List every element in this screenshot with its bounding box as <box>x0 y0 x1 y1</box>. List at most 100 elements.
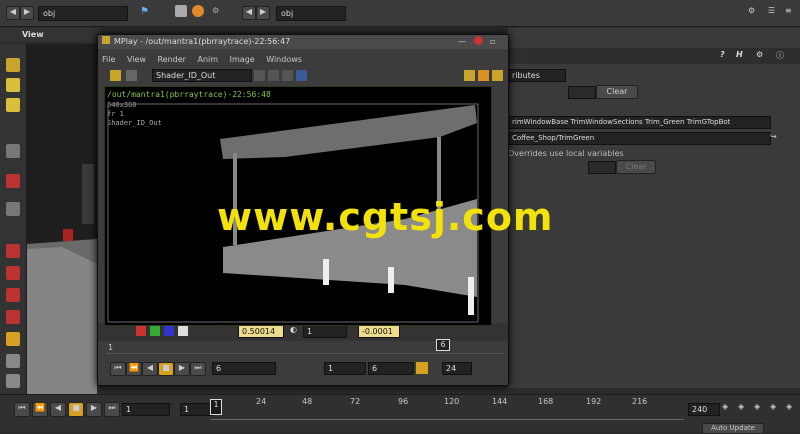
minimize-icon[interactable]: — <box>458 37 466 46</box>
menu-view[interactable]: View <box>127 55 146 64</box>
jump-icon[interactable]: ↪ <box>770 132 777 141</box>
stop-icon[interactable]: ■ <box>158 362 174 376</box>
grid-tool-icon[interactable] <box>6 332 20 346</box>
arrow-tool-icon[interactable] <box>6 144 20 158</box>
end-field[interactable]: 24 <box>442 362 472 375</box>
key-icon[interactable]: ◈ <box>722 402 728 411</box>
pin-icon[interactable]: ⚑ <box>140 6 149 17</box>
start-field[interactable]: 1 <box>324 362 366 375</box>
snap-tool-icon-2[interactable] <box>6 266 20 280</box>
play-back-icon[interactable]: ◀ <box>142 362 158 376</box>
menu-anim[interactable]: Anim <box>198 55 219 64</box>
view-tool-icon[interactable] <box>6 98 20 112</box>
play-icon[interactable]: ▶ <box>174 362 190 376</box>
tl-stop-icon[interactable]: ■ <box>68 402 84 417</box>
snap-tool-icon[interactable] <box>6 244 20 258</box>
gear-icon-2[interactable]: ⚙ <box>756 50 763 59</box>
tl-play-back-icon[interactable]: ◀ <box>50 402 66 417</box>
current-field[interactable]: 6 <box>368 362 414 375</box>
menu-file[interactable]: File <box>102 55 115 64</box>
back-arrow-icon-2[interactable]: ◀ <box>242 6 256 20</box>
sphere-icon[interactable] <box>192 5 204 17</box>
frame-marker[interactable]: 6 <box>436 339 450 351</box>
menu-windows[interactable]: Windows <box>266 55 302 64</box>
override-value-field[interactable] <box>588 161 616 174</box>
menu-image[interactable]: Image <box>230 55 255 64</box>
tl-tick-48: 48 <box>302 397 313 406</box>
green-channel-icon[interactable] <box>150 326 160 336</box>
frame-field[interactable]: 6 <box>212 362 276 375</box>
tl-prev-key-icon[interactable]: ⏪ <box>32 402 48 417</box>
tl-current-marker[interactable]: 1 <box>210 399 222 415</box>
path-field-right[interactable]: obj <box>276 6 346 21</box>
zoom-icon[interactable] <box>254 70 265 81</box>
cube-icon[interactable] <box>175 5 187 17</box>
maximize-icon[interactable]: ▫ <box>490 37 495 46</box>
display-icon[interactable] <box>126 70 137 81</box>
gamma-value: 0.50014 <box>242 327 276 336</box>
light-tool-icon[interactable] <box>6 374 20 388</box>
help-icon[interactable]: ? <box>720 50 725 59</box>
close-icon[interactable] <box>474 36 483 45</box>
tl-end-field[interactable]: 240 <box>688 403 720 416</box>
tl-play-icon[interactable]: ▶ <box>86 402 102 417</box>
last-frame-icon[interactable]: ⏭ <box>190 362 206 376</box>
tool-shelf <box>0 44 27 394</box>
settings-icon[interactable]: ⚙ <box>748 6 755 15</box>
zoom-out-icon[interactable] <box>268 70 279 81</box>
first-frame-icon[interactable]: ⏮ <box>110 362 126 376</box>
end-value: 24 <box>446 364 457 373</box>
info-icon[interactable]: ⓘ <box>776 50 784 61</box>
info-icon-mplay[interactable] <box>296 70 307 81</box>
exposure-field[interactable]: 1 <box>303 325 347 338</box>
handle-tool-icon[interactable] <box>6 78 20 92</box>
viewport-3d[interactable] <box>27 44 97 394</box>
tl-last-frame-icon[interactable]: ⏭ <box>104 402 120 417</box>
render-icon[interactable] <box>110 70 121 81</box>
snap-tool-icon-4[interactable] <box>6 310 20 324</box>
forward-arrow-icon-2[interactable]: ▶ <box>256 6 270 20</box>
key-icon-3[interactable]: ◈ <box>754 402 760 411</box>
channel-select[interactable]: Shader_ID_Out <box>152 69 252 82</box>
pose-tool-icon[interactable] <box>6 202 20 216</box>
alpha-channel-icon[interactable] <box>178 326 188 336</box>
key-icon-4[interactable]: ◈ <box>770 402 776 411</box>
auto-update-button[interactable]: Auto Update <box>702 423 764 434</box>
tl-ruler[interactable]: 1 24 48 72 96 120 144 168 192 216 <box>210 397 684 420</box>
blue-channel-icon[interactable] <box>164 326 174 336</box>
menu-icon[interactable]: ☰ <box>768 6 775 15</box>
grid-icon[interactable] <box>478 70 489 81</box>
mplay-ruler[interactable]: 1 6 <box>106 339 504 354</box>
offset-field[interactable]: -0.0001 <box>358 325 400 338</box>
red-channel-icon[interactable] <box>136 326 146 336</box>
menu-render[interactable]: Render <box>157 55 185 64</box>
path-field-left[interactable]: obj <box>38 6 128 21</box>
select-tool-icon[interactable] <box>6 58 20 72</box>
clear-button-2[interactable]: Clear <box>616 160 656 174</box>
magnet-tool-icon[interactable] <box>6 174 20 188</box>
gear-icon[interactable]: ⚙ <box>212 6 219 15</box>
tl-frame-step-field[interactable]: 1 <box>180 403 214 416</box>
camera-tool-icon[interactable] <box>6 354 20 368</box>
key-icon-2[interactable]: ◈ <box>738 402 744 411</box>
back-arrow-icon[interactable]: ◀ <box>6 6 20 20</box>
home-icon[interactable] <box>282 70 293 81</box>
forward-arrow-icon[interactable]: ▶ <box>20 6 34 20</box>
tl-frame-start-field[interactable]: 1 <box>122 403 170 416</box>
menu-icon-2[interactable]: ≡ <box>785 6 792 15</box>
realtime-icon[interactable] <box>416 362 428 374</box>
trim-field[interactable]: rimWindowBase TrimWindowSections Trim_Gr… <box>508 116 771 129</box>
layout-icon-2[interactable] <box>492 70 503 81</box>
h-icon[interactable]: H <box>736 50 743 59</box>
layout-icon[interactable] <box>464 70 475 81</box>
attr-value-field[interactable] <box>568 86 596 99</box>
tl-tick-144: 144 <box>492 397 508 406</box>
attributes-field[interactable]: ributes <box>508 69 566 82</box>
clear-button[interactable]: Clear <box>596 85 638 99</box>
key-icon-5[interactable]: ◈ <box>786 402 792 411</box>
prev-frame-icon[interactable]: ⏪ <box>126 362 142 376</box>
shop-path-field[interactable]: Coffee_Shop/TrimGreen <box>508 132 771 145</box>
gamma-field[interactable]: 0.50014 <box>238 325 284 338</box>
snap-tool-icon-3[interactable] <box>6 288 20 302</box>
tl-first-frame-icon[interactable]: ⏮ <box>14 402 30 417</box>
